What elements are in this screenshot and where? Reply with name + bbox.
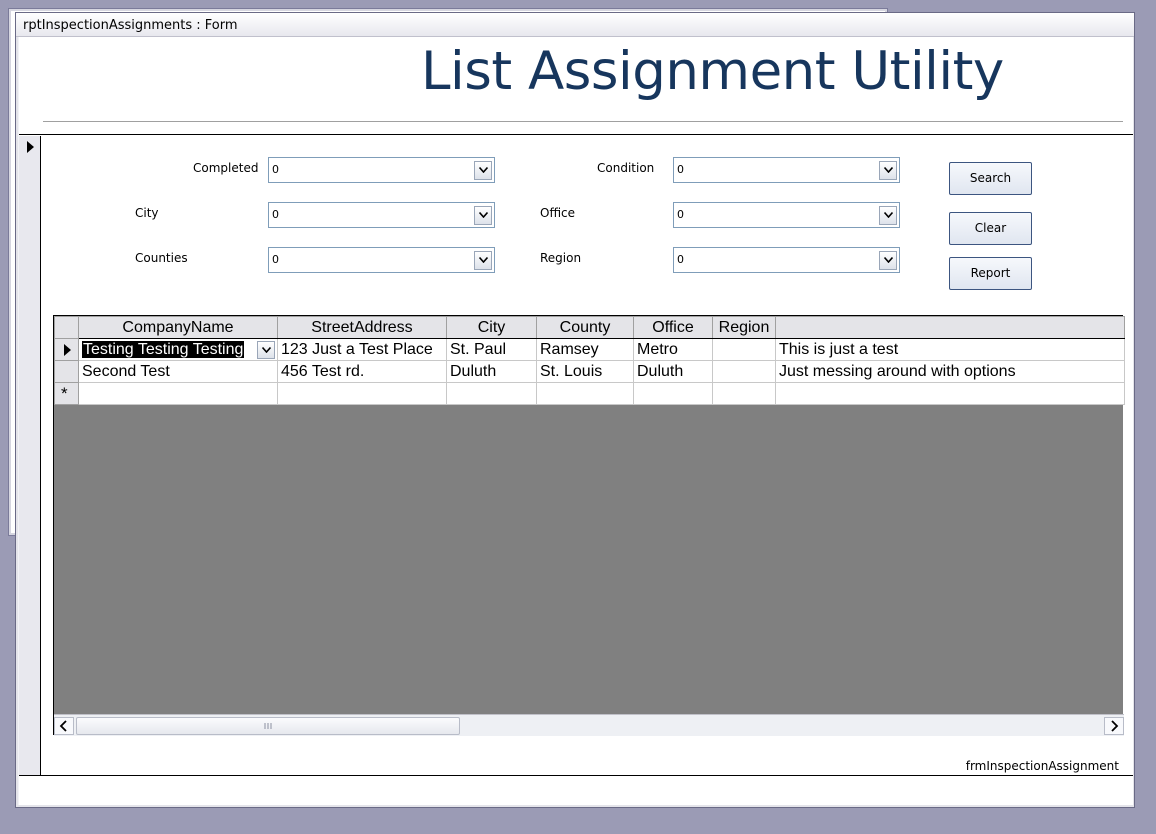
column-header[interactable]: Office	[633, 316, 713, 339]
window-title[interactable]: rptInspectionAssignments : Form	[16, 13, 1134, 37]
header-divider	[43, 121, 1123, 122]
city-value: 0	[272, 208, 279, 221]
table-cell[interactable]: St. Louis	[536, 360, 634, 383]
region-label: Region	[540, 251, 582, 265]
table-cell[interactable]	[775, 382, 1125, 405]
region-value: 0	[677, 253, 684, 266]
header-row: CompanyName StreetAddress City County Of…	[54, 316, 1125, 339]
datasheet: CompanyName StreetAddress City County Of…	[53, 315, 1125, 736]
current-record-arrow-icon	[64, 344, 71, 356]
column-header[interactable]: City	[446, 316, 537, 339]
condition-value: 0	[677, 163, 684, 176]
column-header[interactable]: County	[536, 316, 634, 339]
page-title: List Assignment Utility	[421, 41, 1004, 102]
office-value: 0	[677, 208, 684, 221]
city-label: City	[135, 206, 159, 220]
form-window: rptInspectionAssignments : Form List Ass…	[15, 12, 1135, 808]
table-row[interactable]: Second Test 456 Test rd. Duluth St. Loui…	[54, 360, 1125, 383]
chevron-down-icon[interactable]	[879, 206, 897, 225]
table-cell[interactable]: Duluth	[446, 360, 537, 383]
horizontal-scrollbar[interactable]	[54, 714, 1124, 736]
chevron-left-icon[interactable]	[54, 717, 74, 735]
table-cell[interactable]: Second Test	[78, 360, 278, 383]
row-selector[interactable]	[54, 338, 79, 361]
counties-value: 0	[272, 253, 279, 266]
chevron-down-icon[interactable]	[879, 161, 897, 180]
new-record-row[interactable]: *	[54, 382, 1125, 405]
form-body: List Assignment Utility Completed City C…	[19, 37, 1133, 805]
region-combo[interactable]: 0	[673, 247, 900, 273]
table-row[interactable]: Testing Testing Testing 123 Just a Test …	[54, 338, 1125, 361]
record-selector[interactable]	[19, 136, 41, 776]
table-cell[interactable]: 456 Test rd.	[277, 360, 447, 383]
row-selector[interactable]: *	[54, 382, 79, 405]
cell-text: Testing Testing Testing	[82, 340, 245, 358]
office-label: Office	[540, 206, 576, 220]
table-cell[interactable]	[712, 360, 776, 383]
chevron-right-icon[interactable]	[1104, 717, 1124, 735]
chevron-down-icon[interactable]	[474, 206, 492, 225]
column-header[interactable]: StreetAddress	[277, 316, 447, 339]
table-cell[interactable]	[78, 382, 278, 405]
report-button[interactable]: Report	[949, 257, 1032, 290]
table-cell[interactable]	[712, 382, 776, 405]
table-cell[interactable]: St. Paul	[446, 338, 537, 361]
table-cell[interactable]	[633, 382, 713, 405]
condition-label: Condition	[597, 161, 655, 175]
column-header[interactable]	[775, 316, 1125, 339]
counties-combo[interactable]: 0	[268, 247, 495, 273]
select-all-cell[interactable]	[54, 316, 79, 339]
condition-combo[interactable]: 0	[673, 157, 900, 183]
table-cell[interactable]	[536, 382, 634, 405]
completed-combo[interactable]: 0	[268, 157, 495, 183]
table-cell[interactable]: Ramsey	[536, 338, 634, 361]
office-combo[interactable]: 0	[673, 202, 900, 228]
chevron-down-icon[interactable]	[879, 251, 897, 270]
column-header[interactable]: Region	[712, 316, 776, 339]
assignments-table: CompanyName StreetAddress City County Of…	[54, 316, 1125, 405]
table-cell[interactable]	[446, 382, 537, 405]
company-name-cell[interactable]: Testing Testing Testing	[78, 338, 278, 361]
counties-label: Counties	[135, 251, 188, 265]
form-header: List Assignment Utility	[19, 37, 1133, 135]
table-cell[interactable]: Metro	[633, 338, 713, 361]
clear-button[interactable]: Clear	[949, 212, 1032, 245]
scrollbar-thumb[interactable]	[76, 717, 460, 735]
completed-label: Completed	[193, 161, 259, 175]
form-footer	[19, 775, 1133, 805]
table-cell[interactable]: Just messing around with options	[775, 360, 1125, 383]
chevron-down-icon[interactable]	[474, 251, 492, 270]
search-button[interactable]: Search	[949, 162, 1032, 195]
chevron-down-icon[interactable]	[474, 161, 492, 180]
row-selector[interactable]	[54, 360, 79, 383]
table-cell[interactable]: Duluth	[633, 360, 713, 383]
table-cell[interactable]: 123 Just a Test Place	[277, 338, 447, 361]
current-record-arrow-icon	[27, 141, 34, 153]
form-name-label: frmInspectionAssignment	[965, 759, 1119, 773]
chevron-down-icon[interactable]	[257, 341, 275, 359]
city-combo[interactable]: 0	[268, 202, 495, 228]
column-header[interactable]: CompanyName	[78, 316, 278, 339]
new-record-icon: *	[61, 384, 68, 403]
table-cell[interactable]	[277, 382, 447, 405]
table-cell[interactable]	[712, 338, 776, 361]
completed-value: 0	[272, 163, 279, 176]
table-cell[interactable]: This is just a test	[775, 338, 1125, 361]
